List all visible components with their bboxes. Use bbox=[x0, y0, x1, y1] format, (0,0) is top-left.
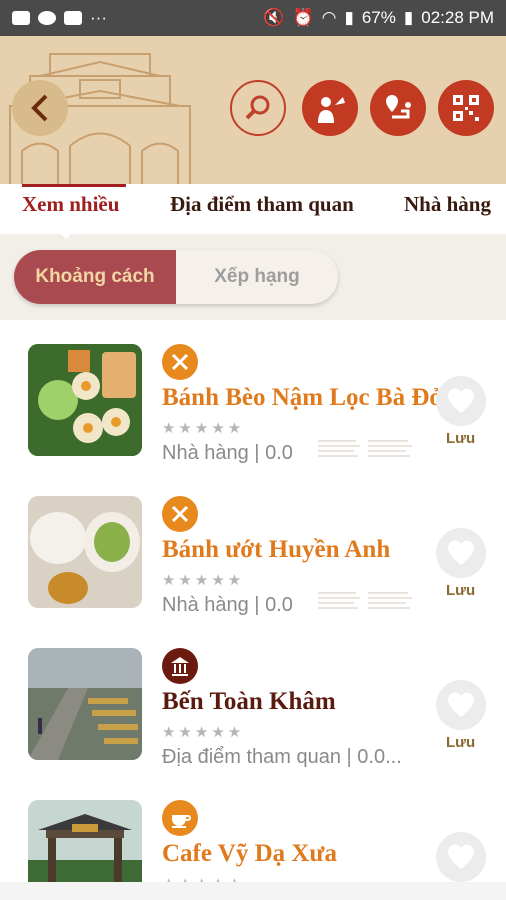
mute-icon: 🔇 bbox=[263, 8, 285, 27]
landmark-icon bbox=[171, 657, 189, 676]
fork-knife-icon bbox=[171, 353, 189, 371]
place-thumbnail bbox=[28, 496, 142, 608]
rating-stars: ★★★★★ bbox=[162, 420, 245, 437]
guide-icon bbox=[318, 97, 345, 123]
place-card[interactable]: Bến Toàn Khâm ★★★★★ Địa điểm tham quan |… bbox=[0, 624, 506, 776]
place-card[interactable]: Bánh Bèo Nậm Lọc Bà Đỏ ★★★★★ Nhà hàng | … bbox=[0, 320, 506, 472]
wifi-icon: ◠ bbox=[321, 8, 337, 27]
fine-print-decoration bbox=[318, 592, 412, 609]
place-rating: 0.0 bbox=[265, 594, 293, 616]
place-meta: Địa điểm tham quan | 0.0... bbox=[162, 746, 402, 768]
route-icon bbox=[386, 95, 411, 119]
status-bar: ··· 🔇 ⏰ ◠ ▮ 67% ▮ 02:28 PM bbox=[0, 0, 506, 36]
tab-most-viewed[interactable]: Xem nhiều bbox=[22, 192, 119, 217]
save-label: Lưu bbox=[446, 430, 476, 447]
place-meta: Nhà hàng | 0.0 bbox=[162, 442, 293, 464]
qr-code-icon bbox=[453, 95, 479, 121]
tab-attractions[interactable]: Địa điểm tham quan bbox=[170, 192, 354, 217]
bottom-edge bbox=[0, 882, 506, 900]
coffee-cup-icon bbox=[172, 815, 191, 828]
alarm-icon: ⏰ bbox=[292, 8, 314, 27]
heart-icon bbox=[448, 388, 474, 413]
fork-knife-icon bbox=[171, 505, 189, 523]
tab-restaurants[interactable]: Nhà hàng bbox=[404, 192, 491, 217]
more-notifications-icon: ··· bbox=[90, 8, 107, 27]
save-favorite-button[interactable] bbox=[436, 376, 486, 426]
place-name: Bánh ướt Huyền Anh bbox=[162, 536, 391, 563]
route-button[interactable] bbox=[370, 80, 426, 136]
active-tab-caret bbox=[58, 231, 74, 239]
place-rating: 0.0 bbox=[265, 442, 293, 464]
active-tab-indicator bbox=[22, 184, 126, 187]
search-button[interactable] bbox=[230, 80, 286, 136]
attraction-category-badge bbox=[162, 648, 198, 684]
app-header bbox=[0, 36, 506, 184]
place-meta: Nhà hàng | 0.0 bbox=[162, 594, 293, 616]
notification-app-icon bbox=[12, 11, 30, 25]
signal-icon: ▮ bbox=[344, 8, 354, 27]
fine-print-decoration bbox=[318, 440, 412, 457]
banh-uot-image bbox=[28, 496, 142, 608]
banh-beo-image bbox=[28, 344, 142, 456]
rating-stars: ★★★★★ bbox=[162, 724, 245, 741]
place-rating: 0.0... bbox=[357, 746, 402, 768]
place-name: Bánh Bèo Nậm Lọc Bà Đỏ bbox=[162, 384, 438, 411]
save-favorite-button[interactable] bbox=[436, 832, 486, 882]
place-name: Cafe Vỹ Dạ Xưa bbox=[162, 840, 337, 867]
place-category: Địa điểm tham quan bbox=[162, 746, 341, 768]
place-thumbnail bbox=[28, 648, 142, 760]
place-category: Nhà hàng bbox=[162, 442, 249, 464]
places-list: Bánh Bèo Nậm Lọc Bà Đỏ ★★★★★ Nhà hàng | … bbox=[0, 320, 506, 900]
wharf-image bbox=[28, 648, 142, 760]
notification-icons: ··· bbox=[12, 8, 107, 28]
place-name: Bến Toàn Khâm bbox=[162, 688, 336, 715]
save-label: Lưu bbox=[446, 582, 476, 599]
heart-icon bbox=[448, 844, 474, 869]
qr-scan-button[interactable] bbox=[438, 80, 494, 136]
sort-rating-button[interactable]: Xếp hạng bbox=[176, 250, 338, 304]
save-favorite-button[interactable] bbox=[436, 528, 486, 578]
category-tabs: Xem nhiều Địa điểm tham quan Nhà hàng bbox=[0, 184, 506, 239]
heart-icon bbox=[448, 540, 474, 565]
battery-icon: ▮ bbox=[403, 8, 414, 27]
sort-toggle: Khoảng cách Xếp hạng bbox=[14, 250, 338, 304]
back-button[interactable] bbox=[12, 80, 68, 136]
restaurant-category-badge bbox=[162, 496, 198, 532]
save-label: Lưu bbox=[446, 734, 476, 751]
place-thumbnail bbox=[28, 344, 142, 456]
youtube-icon bbox=[64, 11, 82, 25]
place-category: Nhà hàng bbox=[162, 594, 249, 616]
restaurant-category-badge bbox=[162, 344, 198, 380]
back-icon bbox=[31, 94, 48, 122]
cafe-category-badge bbox=[162, 800, 198, 836]
place-card[interactable]: Bánh ướt Huyền Anh ★★★★★ Nhà hàng | 0.0 … bbox=[0, 472, 506, 624]
save-favorite-button[interactable] bbox=[436, 680, 486, 730]
messenger-icon bbox=[38, 11, 56, 25]
guide-button[interactable] bbox=[302, 80, 358, 136]
heart-icon bbox=[448, 692, 474, 717]
battery-percent: 67% bbox=[361, 8, 396, 27]
clock: 02:28 PM bbox=[421, 8, 494, 27]
rating-stars: ★★★★★ bbox=[162, 572, 245, 589]
system-indicators: 🔇 ⏰ ◠ ▮ 67% ▮ 02:28 PM bbox=[263, 8, 494, 28]
search-icon bbox=[245, 95, 270, 120]
sort-distance-button[interactable]: Khoảng cách bbox=[14, 250, 176, 304]
